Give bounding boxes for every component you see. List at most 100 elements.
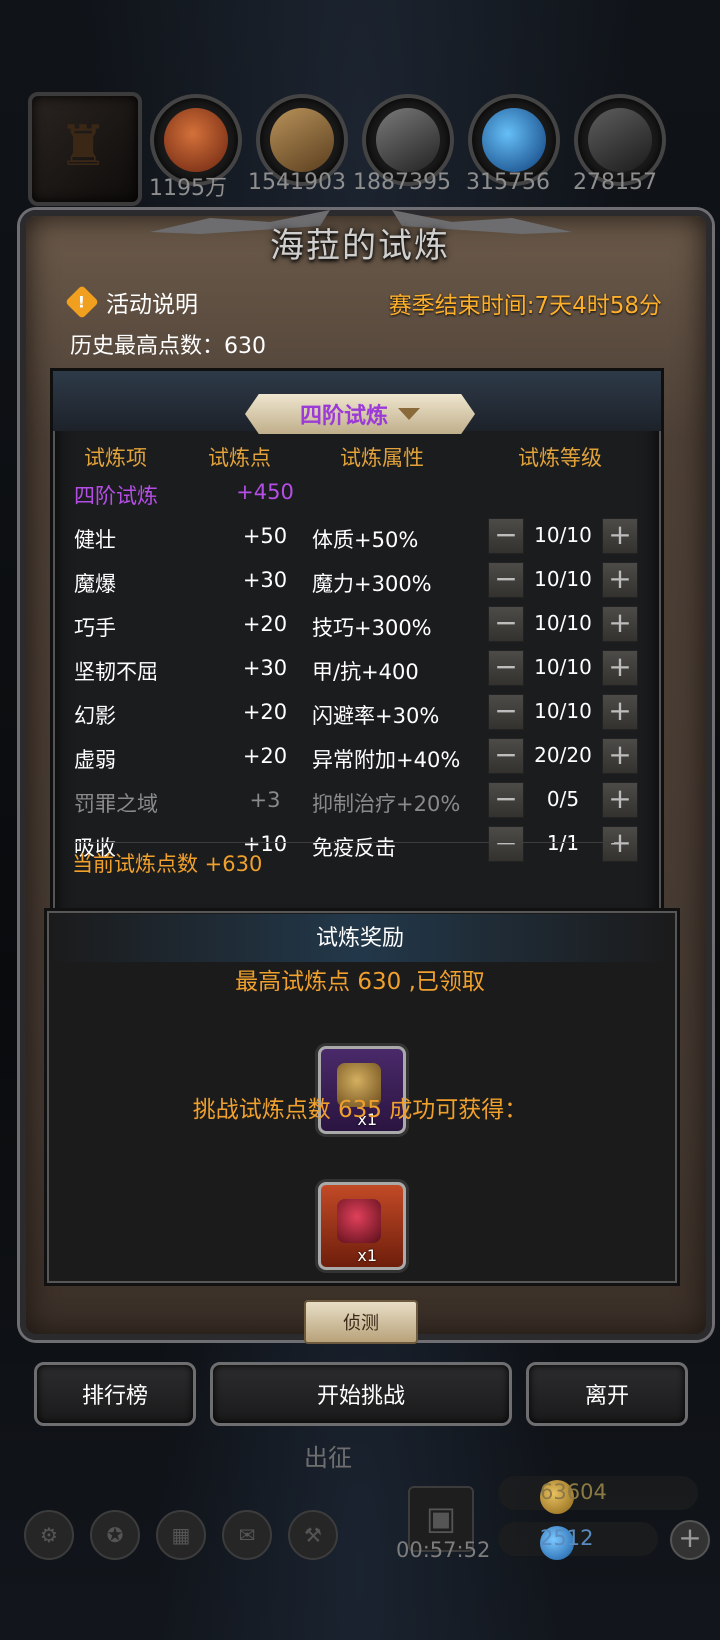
next-qty: x1: [357, 1246, 377, 1265]
trial-row: 幻影 +20 闪避率+30% −10/10 +: [74, 694, 644, 734]
gold-counter: 63604: [498, 1476, 698, 1514]
current-points: 当前试炼点数 +630: [72, 852, 263, 876]
page-title: 海菈的试炼: [270, 226, 450, 266]
divider: [74, 842, 614, 843]
minus-button[interactable]: −: [488, 562, 524, 598]
trial-points: +30: [242, 568, 288, 592]
level-stepper: −10/10 +: [488, 694, 638, 730]
minus-button[interactable]: −: [488, 694, 524, 730]
level-value: 10/10: [534, 655, 592, 679]
star-icon[interactable]: ✪: [90, 1510, 140, 1560]
trial-row: 坚韧不屈 +30 甲/抗+400 −10/10 +: [74, 650, 644, 690]
header-attr: 试炼属性: [340, 446, 424, 470]
plus-button[interactable]: +: [602, 606, 638, 642]
hero-slot[interactable]: ♜: [28, 92, 142, 206]
iron-value: 1887395: [353, 170, 451, 195]
trial-row: 虚弱 +20 异常附加+40% −20/20 +: [74, 738, 644, 778]
gold-value: 63604: [540, 1480, 607, 1504]
ranking-button[interactable]: 排行榜: [34, 1362, 196, 1426]
next-reward-item[interactable]: x1: [318, 1182, 406, 1270]
trial-attribute: 技巧+300%: [312, 616, 432, 640]
reward-title: 试炼奖励: [315, 926, 404, 951]
crystal-value: 315756: [466, 170, 550, 195]
mail-icon[interactable]: ✉: [222, 1510, 272, 1560]
trial-points: +20: [242, 612, 288, 636]
metal-value: 278157: [573, 170, 657, 195]
level-value: 1/1: [546, 831, 580, 855]
header-item: 试炼项: [84, 446, 147, 470]
trial-name: 坚韧不屈: [74, 660, 158, 684]
level-value: 10/10: [534, 523, 592, 547]
trial-points: +50: [242, 524, 288, 548]
best-score: 历史最高点数：630: [70, 334, 266, 359]
plus-button[interactable]: +: [602, 826, 638, 862]
trial-points: +3: [249, 788, 281, 812]
minus-button[interactable]: −: [488, 606, 524, 642]
trial-row: 魔爆 +30 魔力+300% −10/10 +: [74, 562, 644, 602]
plus-button[interactable]: +: [602, 650, 638, 686]
trial-name: 健壮: [74, 528, 116, 552]
header-points: 试炼点: [208, 446, 271, 470]
warning-icon: !: [65, 285, 99, 319]
trial-attribute: 异常附加+40%: [312, 748, 461, 772]
level-value: 20/20: [534, 743, 592, 767]
level-value: 10/10: [534, 567, 592, 591]
guild-icon[interactable]: ▦: [156, 1510, 206, 1560]
tier-row: 四阶试炼 +450: [74, 474, 644, 514]
trial-points: +30: [242, 656, 288, 680]
level-stepper: −10/10 +: [488, 650, 638, 686]
minus-button[interactable]: −: [488, 738, 524, 774]
gift-timer: 00:57:52: [396, 1538, 491, 1562]
activity-label: 活动说明: [106, 292, 198, 318]
activity-info-button[interactable]: ! 活动说明: [65, 285, 198, 319]
level-stepper: −1/1 +: [488, 826, 638, 862]
trial-attribute: 魔力+300%: [312, 572, 432, 596]
tier-name: 四阶试炼: [74, 484, 158, 508]
minus-button[interactable]: −: [488, 826, 524, 862]
trial-attribute: 抑制治疗+20%: [312, 792, 461, 816]
minus-button[interactable]: −: [488, 650, 524, 686]
trial-attribute: 体质+50%: [312, 528, 419, 552]
trial-name: 虚弱: [74, 748, 116, 772]
tier-selector-label: 四阶试炼: [299, 404, 388, 429]
trial-name: 幻影: [74, 704, 116, 728]
copper-value: 1195万: [149, 176, 227, 201]
start-challenge-button[interactable]: 开始挑战: [210, 1362, 512, 1426]
shop-icon[interactable]: ⚒: [288, 1510, 338, 1560]
gem-counter: 2512: [498, 1522, 658, 1560]
settings-icon[interactable]: ⚙: [24, 1510, 74, 1560]
claimed-reward-text: 最高试炼点 630 ,已领取: [235, 969, 485, 995]
wood-value: 1541903: [248, 170, 346, 195]
minus-button[interactable]: −: [488, 782, 524, 818]
trial-row: 健壮 +50 体质+50% −10/10 +: [74, 518, 644, 558]
dropdown-arrow-icon: [398, 408, 420, 420]
plus-button[interactable]: +: [602, 738, 638, 774]
level-stepper: −0/5 +: [488, 782, 638, 818]
add-currency-button[interactable]: +: [670, 1520, 710, 1560]
tier-points: +450: [236, 480, 294, 504]
detect-button[interactable]: 侦测: [304, 1300, 418, 1344]
plus-button[interactable]: +: [602, 694, 638, 730]
level-value: 0/5: [546, 787, 580, 811]
plus-button[interactable]: +: [602, 782, 638, 818]
plus-button[interactable]: +: [602, 518, 638, 554]
next-reward-text: 挑战试炼点数 635 成功可获得：: [192, 1097, 528, 1123]
tier-selector[interactable]: 四阶试炼: [245, 394, 475, 434]
trial-attribute: 免疫反击: [312, 836, 396, 860]
leave-button[interactable]: 离开: [526, 1362, 688, 1426]
level-stepper: −10/10 +: [488, 518, 638, 554]
trial-name: 魔爆: [74, 572, 116, 596]
level-value: 10/10: [534, 611, 592, 635]
level-value: 10/10: [534, 699, 592, 723]
trial-points: +20: [242, 744, 288, 768]
trial-row: 巧手 +20 技巧+300% −10/10 +: [74, 606, 644, 646]
minus-button[interactable]: −: [488, 518, 524, 554]
horn-icon: ♜: [58, 114, 109, 179]
trial-name: 巧手: [74, 616, 116, 640]
gem-value: 2512: [540, 1526, 594, 1550]
season-end-timer: 赛季结束时间:7天4时58分: [388, 293, 662, 319]
trial-name: 罚罪之域: [74, 792, 158, 816]
level-stepper: −20/20 +: [488, 738, 638, 774]
expedition-label: 出征: [304, 1444, 352, 1472]
plus-button[interactable]: +: [602, 562, 638, 598]
